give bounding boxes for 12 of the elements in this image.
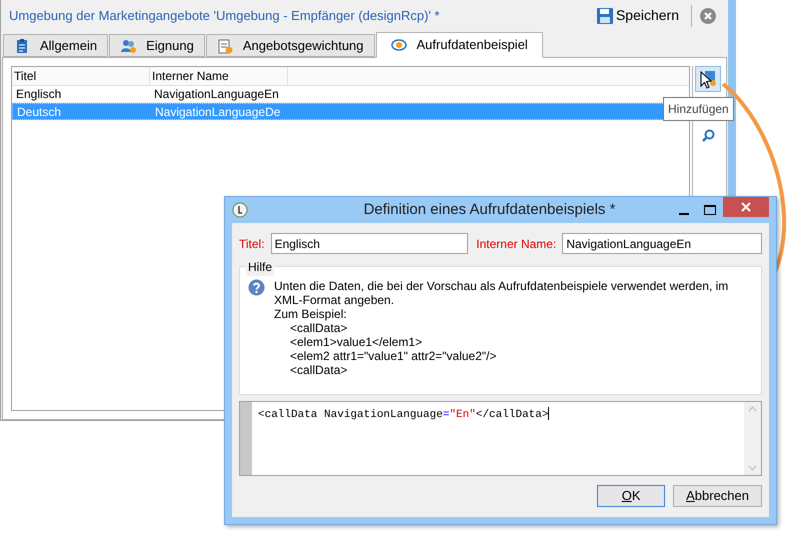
tooltip: Hinzufügen	[663, 97, 734, 121]
example-line: <elem2 attr1="value1" attr2="value2"/>	[290, 349, 498, 363]
code-line: <callData NavigationLanguage="En"</callData>	[258, 409, 548, 421]
help-text: Unten die Daten, die bei der Vorschau als Aufrufdatenbeispiele verwendet werden, im XML-Format angeben.	[274, 279, 730, 307]
dialog-title: Definition eines Aufrufdatenbeispiels *	[362, 200, 616, 220]
field-label: Interner Name:	[476, 236, 556, 252]
example-line: <callData>	[290, 321, 348, 335]
example-line: <callData>	[290, 363, 348, 377]
window-title: Umgebung der Marketingangebote 'Umgebung - Empfänger (designRcp)' *	[9, 6, 441, 25]
example-line: <elem1>value1</elem1>	[290, 335, 424, 349]
help-text: Zum Beispiel:	[274, 307, 348, 321]
field-label: Titel:	[239, 236, 265, 252]
